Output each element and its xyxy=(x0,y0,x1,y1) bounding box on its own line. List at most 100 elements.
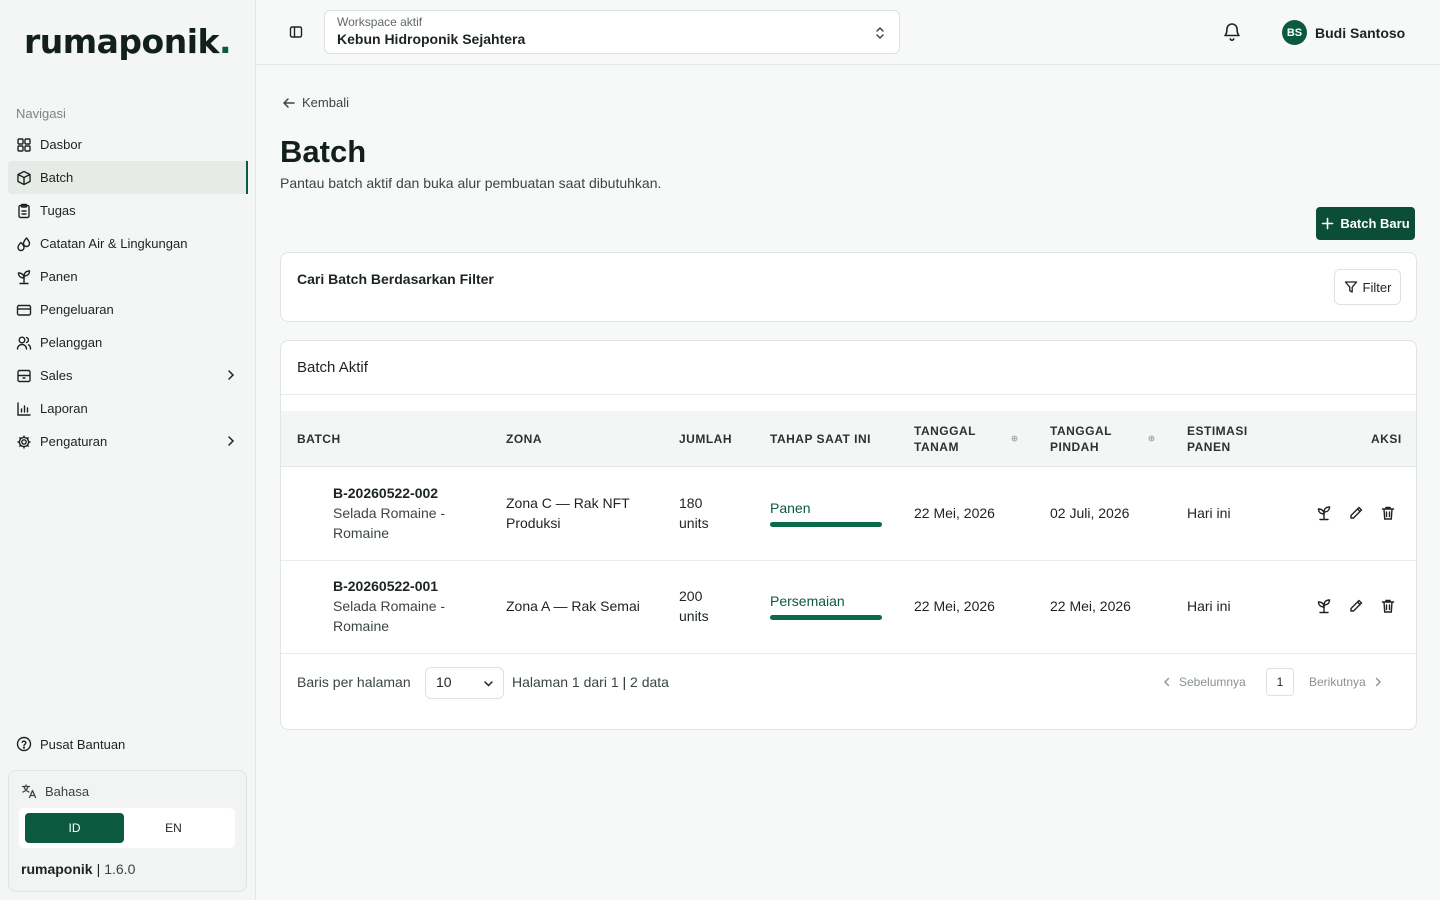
chevron-down-icon xyxy=(484,681,493,687)
header-line: ESTIMASI xyxy=(1187,424,1248,438)
stage-label: Persemaian xyxy=(770,593,845,609)
user-name: Budi Santoso xyxy=(1315,24,1406,41)
table-row[interactable]: B-20260522-002 Selada Romaine - Romaine … xyxy=(281,468,1416,561)
workspace-value: Kebun Hidroponik Sejahtera xyxy=(337,31,526,47)
language-option-en[interactable]: EN xyxy=(124,813,223,843)
sidebar-item-label: Panen xyxy=(40,269,78,284)
sprout-icon xyxy=(16,269,32,285)
version-number: 1.6.0 xyxy=(104,861,136,877)
help-center-link[interactable]: Pusat Bantuan xyxy=(16,736,125,752)
bar-chart-icon xyxy=(16,401,32,417)
batch-id[interactable]: B-20260522-001 xyxy=(333,576,445,596)
header-line: TANGGAL xyxy=(1050,424,1112,438)
grid-icon xyxy=(16,137,32,153)
chevron-left-icon xyxy=(1164,677,1170,687)
filter-icon xyxy=(1344,281,1357,293)
edit-pencil-icon[interactable] xyxy=(1348,598,1364,614)
rows-per-page-select[interactable]: 10 xyxy=(425,667,504,699)
page-subtitle: Pantau batch aktif dan buka alur pembuat… xyxy=(280,175,662,191)
plus-icon xyxy=(1322,217,1334,230)
harvest-action-icon[interactable] xyxy=(1316,598,1332,614)
app-logo[interactable]: rumaponik. xyxy=(24,22,232,61)
zona-line: Zona C — Rak NFT xyxy=(506,495,630,511)
batch-cell: B-20260522-001 Selada Romaine - Romaine xyxy=(333,576,445,636)
zona-line: Zona A — Rak Semai xyxy=(506,598,640,614)
stage-progress-bar xyxy=(770,615,882,620)
jumlah-cell: 180 units xyxy=(679,493,709,533)
page-number-button[interactable]: 1 xyxy=(1266,668,1294,696)
next-page-button[interactable]: Berikutnya xyxy=(1309,675,1384,689)
batch-crop: Romaine xyxy=(333,618,390,634)
rows-per-page-value: 10 xyxy=(436,674,452,690)
notification-bell-icon[interactable] xyxy=(1222,21,1242,43)
zona-cell: Zona A — Rak Semai xyxy=(506,596,640,616)
sidebar-item-panen[interactable]: Panen xyxy=(8,260,248,293)
sidebar-item-label: Batch xyxy=(40,170,74,185)
translate-icon xyxy=(21,784,37,799)
batch-cell: B-20260522-002 Selada Romaine - Romaine xyxy=(333,483,445,543)
sidebar-item-catatan-air[interactable]: Catatan Air & Lingkungan xyxy=(8,227,248,260)
pagination: Baris per halaman 10 Halaman 1 dari 1 | … xyxy=(281,653,1416,713)
workspace-selector[interactable]: Workspace aktif Kebun Hidroponik Sejahte… xyxy=(324,10,900,54)
next-label: Berikutnya xyxy=(1309,675,1366,689)
filter-title: Cari Batch Berdasarkan Filter xyxy=(297,271,494,287)
header-line: TANGGAL xyxy=(914,424,976,438)
sidebar-item-batch[interactable]: Batch xyxy=(8,161,248,194)
record-count: 2 data xyxy=(630,674,669,690)
sidebar-item-laporan[interactable]: Laporan xyxy=(8,392,248,425)
sidebar-item-pengaturan[interactable]: Pengaturan xyxy=(8,425,248,458)
header-batch[interactable]: BATCH xyxy=(297,431,341,447)
gear-icon xyxy=(16,434,32,450)
batch-crop: Selada Romaine - xyxy=(333,505,446,521)
trash-icon[interactable] xyxy=(1380,598,1396,614)
workspace-label: Workspace aktif xyxy=(337,15,423,29)
help-circle-icon xyxy=(16,736,32,752)
page-title: Batch xyxy=(280,134,367,169)
back-label: Kembali xyxy=(302,95,349,110)
header-jumlah[interactable]: JUMLAH xyxy=(679,431,732,447)
back-link[interactable]: Kembali xyxy=(282,95,349,110)
header-zona[interactable]: ZONA xyxy=(506,431,542,447)
previous-page-button[interactable]: Sebelumnya xyxy=(1161,675,1246,689)
sidebar-item-sales[interactable]: Sales xyxy=(8,359,248,392)
tanggal-tanam: 22 Mei, 2026 xyxy=(914,505,995,521)
jumlah-cell: 200 units xyxy=(679,586,709,626)
rows-per-page-label: Baris per halaman xyxy=(297,674,411,690)
active-batch-card: Batch Aktif BATCH ZONA JUMLAH TAHAP SAAT… xyxy=(280,340,1417,730)
sidebar-item-tugas[interactable]: Tugas xyxy=(8,194,248,227)
sidebar-item-label: Sales xyxy=(40,368,73,383)
header-tanggal-pindah[interactable]: TANGGAL PINDAH xyxy=(1050,423,1112,455)
language-option-id[interactable]: ID xyxy=(25,813,124,843)
chevron-right-icon xyxy=(228,370,235,380)
tanggal-pindah: 22 Mei, 2026 xyxy=(1050,598,1131,614)
sort-icon[interactable] xyxy=(1011,435,1018,442)
zona-line: Produksi xyxy=(506,515,561,531)
page-info-text: Halaman 1 dari 1 xyxy=(512,674,619,690)
sidebar-item-label: Dasbor xyxy=(40,137,82,152)
header-estimasi-panen[interactable]: ESTIMASI PANEN xyxy=(1187,423,1248,455)
row-actions xyxy=(1316,505,1396,521)
table-row[interactable]: B-20260522-001 Selada Romaine - Romaine … xyxy=(281,561,1416,654)
topbar: Workspace aktif Kebun Hidroponik Sejahte… xyxy=(256,0,1440,65)
sidebar-toggle-icon[interactable] xyxy=(288,24,304,40)
edit-pencil-icon[interactable] xyxy=(1348,505,1364,521)
sidebar-item-pengeluaran[interactable]: Pengeluaran xyxy=(8,293,248,326)
jumlah-unit: units xyxy=(679,515,709,531)
sidebar-item-pelanggan[interactable]: Pelanggan xyxy=(8,326,248,359)
new-batch-button[interactable]: Batch Baru xyxy=(1316,207,1415,240)
filter-button[interactable]: Filter xyxy=(1334,269,1401,305)
sidebar-item-label: Pengaturan xyxy=(40,434,108,449)
trash-icon[interactable] xyxy=(1380,505,1396,521)
sidebar-item-dasbor[interactable]: Dasbor xyxy=(8,128,248,161)
batch-id[interactable]: B-20260522-002 xyxy=(333,483,445,503)
header-tanggal-tanam[interactable]: TANGGAL TANAM xyxy=(914,423,976,455)
sort-icon[interactable] xyxy=(1148,435,1155,442)
header-aksi: AKSI xyxy=(1371,432,1402,446)
user-menu[interactable]: BS Budi Santoso xyxy=(1282,20,1405,45)
harvest-action-icon[interactable] xyxy=(1316,505,1332,521)
box-icon xyxy=(16,170,32,186)
jumlah-unit: units xyxy=(679,608,709,624)
language-panel: Bahasa ID EN rumaponik | 1.6.0 xyxy=(8,770,247,892)
header-line: PINDAH xyxy=(1050,440,1100,454)
header-tahap[interactable]: TAHAP SAAT INI xyxy=(770,431,871,447)
